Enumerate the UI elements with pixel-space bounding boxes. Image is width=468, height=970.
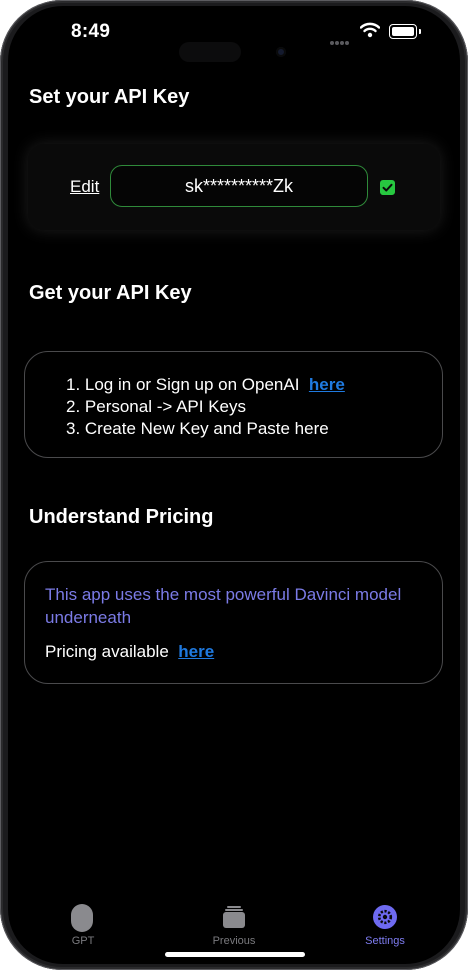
edit-key-link[interactable]: Edit [70,177,99,197]
checkmark-icon [382,183,393,192]
camera-icon [276,47,286,57]
status-time: 8:49 [71,21,111,42]
home-indicator [165,952,305,957]
api-key-field[interactable] [110,165,368,207]
step-2: 2. Personal -> API Keys [66,397,247,416]
steps-list: 1. Log in or Sign up on OpenAI here 2. P… [66,374,345,440]
pricing-link[interactable]: here [178,642,214,661]
openai-signup-link[interactable]: here [309,375,345,394]
gpt-icon [71,904,93,932]
app-screen: 8:49 Set your API Key Edit Get your API … [8,6,460,964]
phone-frame: 8:49 Set your API Key Edit Get your API … [0,0,468,970]
tab-gpt-label: GPT [71,935,95,947]
dynamic-island [179,42,241,62]
gear-icon [373,905,397,929]
tab-settings-label: Settings [365,935,405,947]
pricing-available-label: Pricing available [45,642,169,661]
previous-icon [223,906,245,928]
step-1: 1. Log in or Sign up on OpenAI here [66,375,345,394]
battery-icon [389,24,421,39]
tab-previous-label: Previous [212,935,256,947]
pricing-description: This app uses the most powerful Davinci … [45,585,402,627]
key-valid-checkbox[interactable] [380,180,395,195]
understand-pricing-title: Understand Pricing [29,506,214,528]
signal-dots-icon [330,32,350,50]
step-3: 3. Create New Key and Paste here [66,419,329,438]
set-api-key-title: Set your API Key [29,86,190,108]
wifi-icon [360,22,380,38]
pricing-available-row: Pricing available here [45,642,214,662]
get-api-key-title: Get your API Key [29,282,192,304]
